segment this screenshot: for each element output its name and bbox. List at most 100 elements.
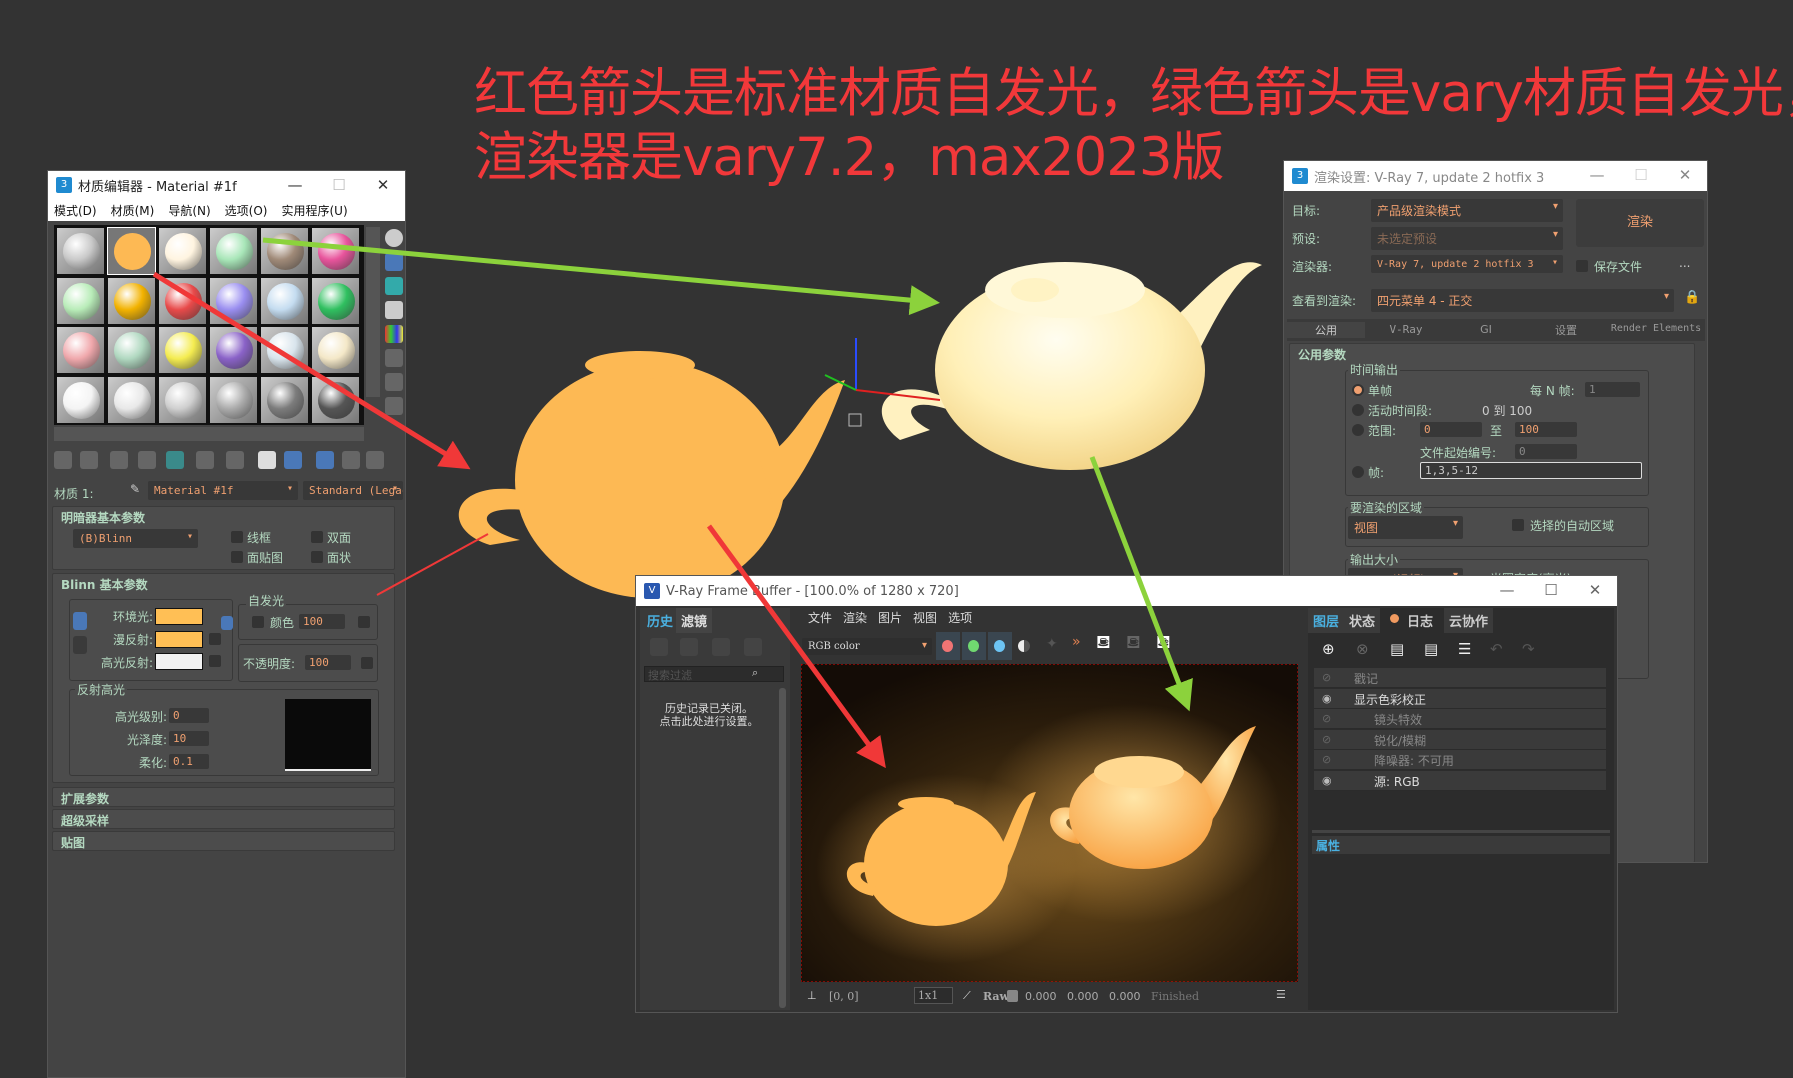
glossiness-spinner[interactable]: 10 [169,731,209,746]
sample-slot[interactable] [209,326,258,374]
sample-slot[interactable] [311,326,360,374]
sample-slot[interactable] [56,375,105,424]
history-settings-link[interactable]: 点击此处进行设置。 [646,715,772,728]
sample-slot[interactable] [260,227,309,275]
sample-slot[interactable] [260,326,309,374]
range-to-spinner[interactable]: 100 [1515,422,1577,437]
sample-slot[interactable] [311,375,360,424]
face-map-checkbox[interactable] [231,551,243,563]
wire-checkbox[interactable] [231,531,243,543]
save-icon[interactable] [226,451,244,469]
red-channel-button[interactable] [936,632,960,660]
delete-icon[interactable] [138,451,156,469]
sample-slot[interactable] [209,375,258,424]
save-to-history-icon[interactable] [650,638,668,656]
log-icon[interactable]: ☰ [1276,988,1286,1001]
range-radio[interactable] [1352,424,1364,436]
maximize-button[interactable]: ☐ [1529,576,1573,604]
tab-stats[interactable]: 状态 [1344,608,1381,633]
close-button[interactable]: ✕ [1663,161,1707,189]
minimize-button[interactable]: — [273,171,317,199]
panel-splitter[interactable] [1312,830,1610,833]
undo-icon[interactable]: ↶ [1490,640,1503,658]
file-number-base-spinner[interactable]: 0 [1515,444,1577,459]
rollout-title[interactable]: 贴图 [61,834,85,851]
load-history-icon[interactable] [712,638,730,656]
rollout-title[interactable]: 扩展参数 [61,790,109,807]
minimize-button[interactable]: — [1485,576,1529,604]
rollout-title[interactable]: Blinn 基本参数 [61,576,148,593]
tab-cloud-collab[interactable]: 云协作 [1444,608,1494,633]
go-forward-icon[interactable] [366,451,384,469]
eye-hidden-icon[interactable]: ⊘ [1322,712,1331,725]
put-to-library-icon[interactable] [196,451,214,469]
active-segment-radio[interactable] [1352,404,1364,416]
sample-slot[interactable] [158,276,207,325]
diffuse-color-swatch[interactable] [155,631,203,648]
close-button[interactable]: ✕ [1573,576,1617,604]
tab-history[interactable]: 历史 [642,608,679,633]
vertical-scrollbar[interactable] [366,227,380,397]
every-nth-spinner[interactable]: 1 [1585,382,1640,397]
options-icon[interactable] [385,373,403,391]
layer-row[interactable]: ⊘ 戳记 [1314,668,1606,688]
two-sided-checkbox[interactable] [311,531,323,543]
menu-image[interactable]: 图片 [878,609,902,626]
close-button[interactable]: ✕ [361,171,405,199]
sample-slot[interactable] [107,276,156,325]
maps-rollout[interactable]: 贴图 [52,831,395,851]
sample-type-sphere-icon[interactable] [385,229,403,247]
material-id-icon[interactable] [258,451,276,469]
blue-channel-button[interactable] [988,632,1012,660]
render-button[interactable]: 渲染 [1576,199,1704,247]
tab-common[interactable]: 公用 [1287,322,1365,338]
tab-vray[interactable]: V-Ray [1367,323,1445,336]
render-teapot-icon[interactable]: ⛾ [1156,632,1171,656]
spec-level-spinner[interactable]: 0 [169,708,209,723]
lock-coords-icon[interactable]: ⊥ [807,989,817,1002]
menu-mode[interactable]: 模式(D) [54,202,97,219]
color-curve-icon[interactable]: ⟋ [963,989,971,1003]
create-layer-icon[interactable]: ⊕ [1322,640,1335,658]
shader-dropdown[interactable]: (B)Blinn [73,529,198,548]
ab-compare-icon[interactable] [680,638,698,656]
menu-view[interactable]: 视图 [913,609,937,626]
vfb-titlebar[interactable]: V V-Ray Frame Buffer - [100.0% of 1280 x… [636,576,1617,606]
go-to-parent-icon[interactable] [342,451,360,469]
self-illum-spinner[interactable]: 100 [299,614,345,629]
eye-hidden-icon[interactable]: ⊘ [1322,671,1331,684]
eyedropper-icon[interactable]: ✎ [130,482,140,496]
track-mouse-icon[interactable]: ✦ [1046,636,1058,652]
layer-row[interactable]: ◉ 显示色彩校正 [1314,688,1606,709]
background-checker-icon[interactable] [385,277,403,295]
history-scrollbar[interactable] [779,688,786,1008]
green-channel-button[interactable] [962,632,986,660]
sample-slot[interactable] [107,326,156,374]
sample-slot[interactable] [107,227,156,275]
remove-history-icon[interactable] [744,638,762,656]
lock-view-icon[interactable]: 🔒 [1684,290,1700,305]
tab-gi[interactable]: GI [1447,323,1525,336]
layer-row[interactable]: ⊘ 镜头特效 [1314,709,1606,729]
sample-slot[interactable] [158,227,207,275]
channel-dropdown[interactable]: RGB color [802,638,932,655]
menu-utilities[interactable]: 实用程序(U) [281,202,347,219]
eye-visible-icon[interactable]: ◉ [1322,774,1332,787]
padlock-icon[interactable] [221,616,233,630]
eye-hidden-icon[interactable]: ⊘ [1322,753,1331,766]
stop-render-teapot-icon[interactable]: ⛾ [1126,632,1141,656]
make-unique-icon[interactable] [166,451,184,469]
sample-slot[interactable] [56,326,105,374]
extended-params-rollout[interactable]: 扩展参数 [52,787,395,807]
alpha-channel-icon[interactable] [1018,640,1030,652]
sample-slot[interactable] [107,375,156,424]
ambient-color-swatch[interactable] [155,608,203,625]
sample-uv-tiling-icon[interactable] [385,301,403,319]
assign-to-selection-icon[interactable] [110,451,128,469]
target-dropdown[interactable]: 产品级渲染模式 [1371,199,1563,222]
renderer-dropdown[interactable]: V-Ray 7, update 2 hotfix 3 [1371,255,1563,273]
sample-slot[interactable] [260,276,309,325]
frames-input[interactable]: 1,3,5-12 [1420,462,1642,479]
sample-slot[interactable] [311,227,360,275]
sample-slot[interactable] [209,227,258,275]
